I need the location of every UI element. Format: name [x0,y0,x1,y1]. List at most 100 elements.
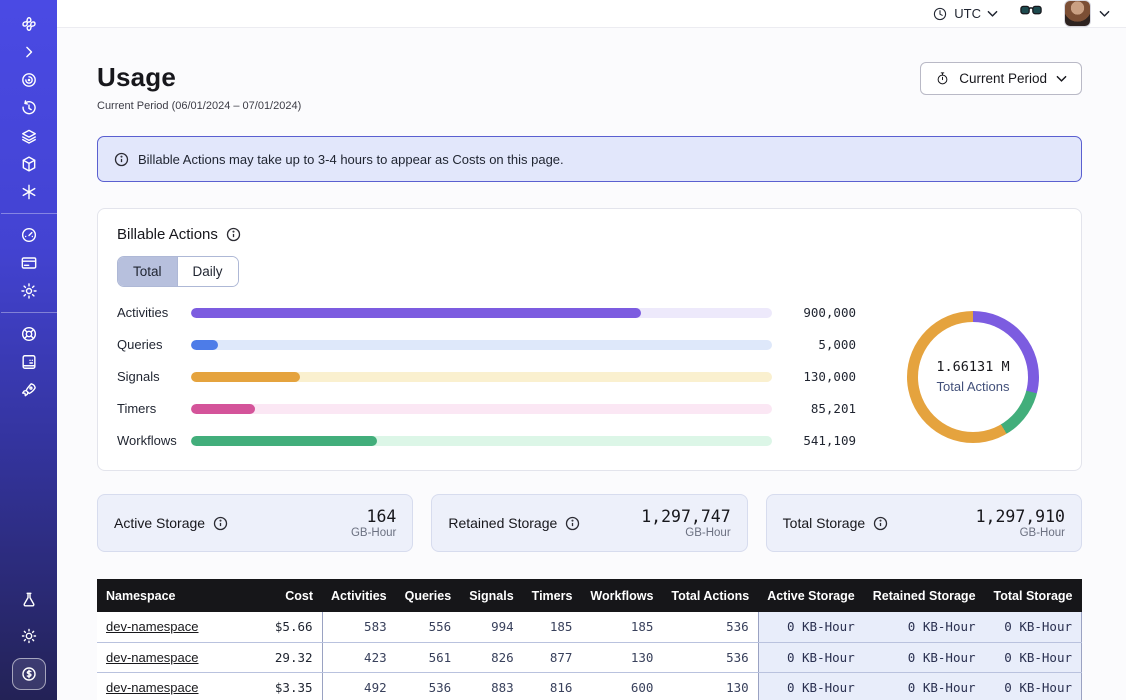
active-storage-label: Active Storage [114,515,205,531]
info-circle-icon[interactable] [226,227,241,242]
activities-cell: 423 [322,642,396,672]
billable-actions-info-banner: Billable Actions may take up to 3-4 hour… [97,136,1082,182]
user-menu[interactable] [1064,0,1110,27]
retained-storage-label: Retained Storage [448,515,557,531]
timers-cell: 185 [523,612,582,642]
bar-label: Signals [117,369,191,384]
total-actions-cell: 130 [662,672,758,700]
timers-cell: 877 [523,642,582,672]
storage-summary-row: Active Storage 164 GB-Hour Retained Stor… [97,494,1082,552]
active-storage-cell: 0 KB-Hour [758,612,864,642]
cost-cell: 29.32 [265,642,322,672]
total-storage-cell: 0 KB-Hour [985,642,1082,672]
usage-page: Usage Current Period (06/01/2024 – 07/01… [57,28,1126,700]
cost-cell: $5.66 [265,612,322,642]
total-daily-toggle: Total Daily [117,256,239,287]
retained-storage-value: 1,297,747 [641,507,730,526]
period-dropdown-label: Current Period [959,71,1047,86]
info-circle-icon[interactable] [873,516,888,531]
billing-card-icon[interactable] [12,249,46,277]
bar-label: Activities [117,305,191,320]
namespace-link[interactable]: dev-namespace [106,619,199,634]
bar-label: Queries [117,337,191,352]
bar-fill [191,436,377,446]
bar-row-queries: Queries5,000 [117,337,856,352]
info-circle-icon[interactable] [565,516,580,531]
bar-row-signals: Signals 130,000 [117,369,856,384]
retained-storage-unit: GB-Hour [641,527,730,539]
signals-cell: 826 [460,642,522,672]
col-activities: Activities [322,579,396,612]
bar-fill [191,372,300,382]
queries-cell: 561 [396,642,461,672]
cube-icon[interactable] [12,150,46,178]
schedules-clock-icon[interactable] [12,94,46,122]
bar-label: Workflows [117,433,191,448]
namespace-link[interactable]: dev-namespace [106,680,199,695]
namespace-link[interactable]: dev-namespace [106,650,199,665]
col-signals: Signals [460,579,522,612]
period-dropdown-button[interactable]: Current Period [920,62,1082,95]
info-circle-icon [114,152,129,167]
tab-total[interactable]: Total [118,257,177,286]
sidebar [0,0,57,700]
bar-value: 130,000 [772,369,856,384]
bar-value: 541,109 [772,433,856,448]
total-actions-cell: 536 [662,642,758,672]
queries-cell: 536 [396,672,461,700]
bar-row-workflows: Workflows 541,109 [117,433,856,448]
col-timers: Timers [523,579,582,612]
col-namespace: Namespace [97,579,265,612]
asterisk-nexus-icon[interactable] [12,178,46,206]
col-active-storage: Active Storage [758,579,864,612]
total-actions-donut: 1.66131 M Total Actions [907,311,1039,443]
col-cost: Cost [265,579,322,612]
stopwatch-icon [935,71,950,86]
total-storage-value: 1,297,910 [976,507,1065,526]
sidebar-bottom-group [12,586,46,690]
temporal-logo-icon[interactable] [12,10,46,38]
queries-cell: 556 [396,612,461,642]
bar-chart: Activities 900,000 Queries5,000 Signals 130,… [117,305,884,448]
table-row: dev-namespace $3.35 492 536 883 816 600 … [97,672,1082,700]
layers-icon[interactable] [12,122,46,150]
col-retained-storage: Retained Storage [864,579,985,612]
total-storage-cell: 0 KB-Hour [985,612,1082,642]
getting-started-rocket-icon[interactable] [12,376,46,404]
retained-storage-cell: 0 KB-Hour [864,642,985,672]
tab-daily[interactable]: Daily [177,257,238,286]
usage-cost-coin-icon[interactable] [12,658,46,690]
theme-sun-icon[interactable] [12,622,46,650]
signals-cell: 883 [460,672,522,700]
page-title: Usage [97,62,301,93]
total-storage-card: Total Storage 1,297,910 GB-Hour [766,494,1082,552]
active-storage-value: 164 [351,507,396,526]
col-workflows: Workflows [581,579,662,612]
workflows-cell: 185 [581,612,662,642]
bar-value: 900,000 [772,305,856,320]
settings-gear-icon[interactable] [12,277,46,305]
chevron-down-icon [987,6,998,21]
usage-gauge-icon[interactable] [12,221,46,249]
sidebar-divider [1,213,57,214]
total-actions-value: 1.66131 M [936,359,1009,375]
retained-storage-card: Retained Storage 1,297,747 GB-Hour [431,494,747,552]
expand-chevron-right-icon[interactable] [12,38,46,66]
namespaces-spiral-icon[interactable] [12,66,46,94]
feedback-glasses-icon[interactable] [1020,3,1042,24]
active-storage-cell: 0 KB-Hour [758,642,864,672]
activities-cell: 583 [322,612,396,642]
labs-flask-icon[interactable] [12,586,46,614]
user-avatar[interactable] [1064,0,1091,27]
chevron-down-icon [1056,75,1067,83]
docs-book-icon[interactable] [12,348,46,376]
active-storage-cell: 0 KB-Hour [758,672,864,700]
support-lifebuoy-icon[interactable] [12,320,46,348]
signals-cell: 994 [460,612,522,642]
bar-fill [191,308,641,318]
col-queries: Queries [396,579,461,612]
retained-storage-cell: 0 KB-Hour [864,672,985,700]
timezone-selector[interactable]: UTC [932,6,998,22]
info-circle-icon[interactable] [213,516,228,531]
bar-track [191,308,772,318]
